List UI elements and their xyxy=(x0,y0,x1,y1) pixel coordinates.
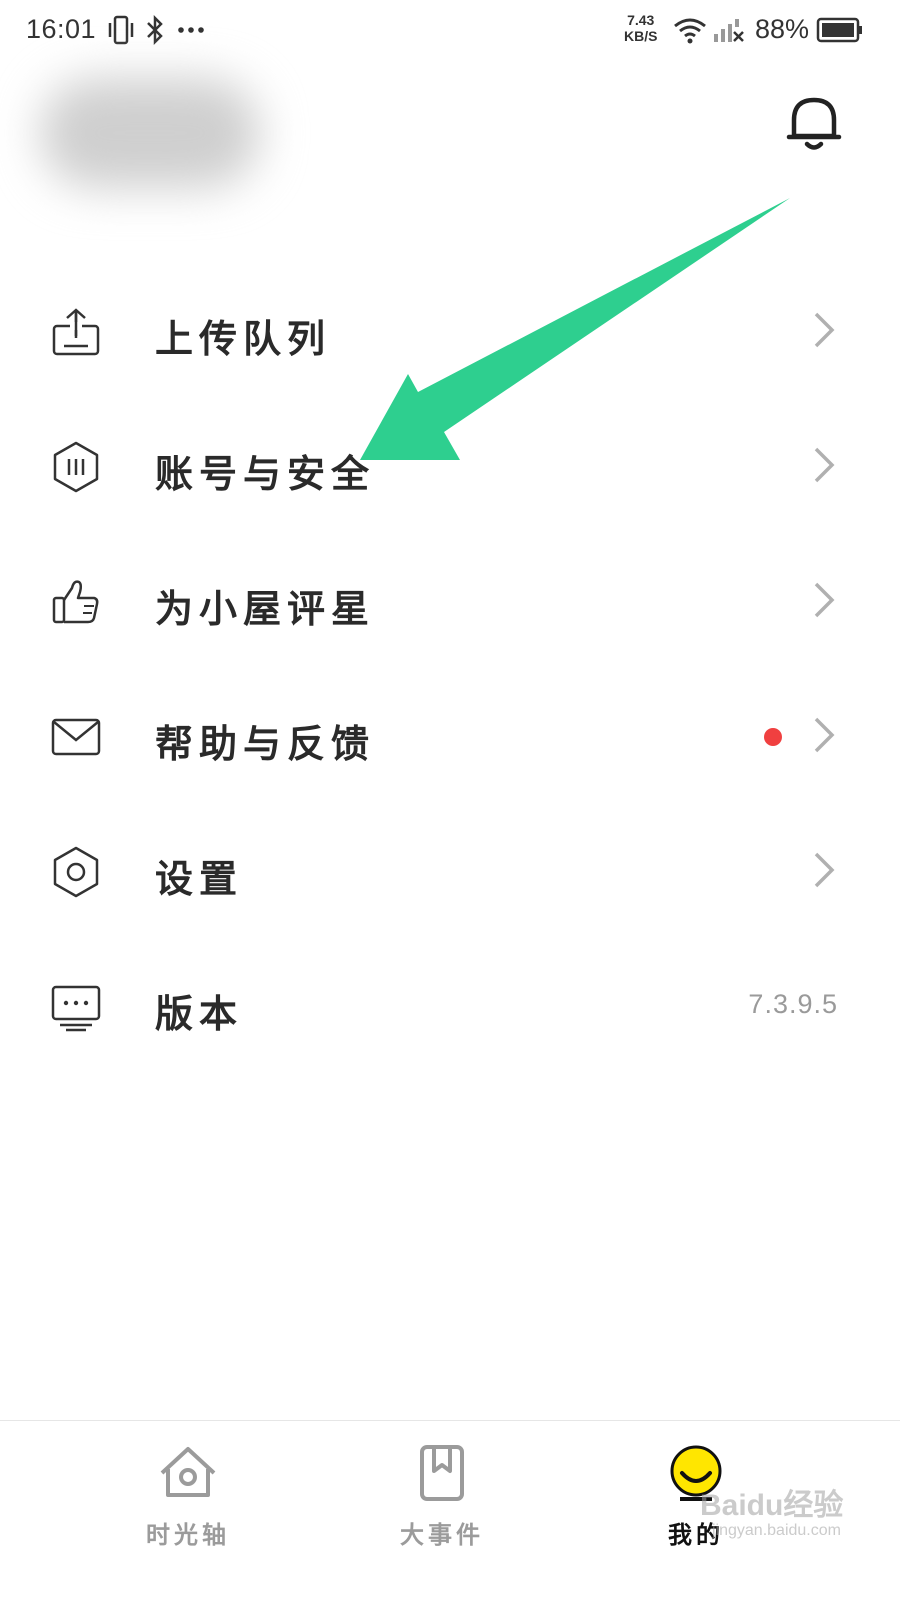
signal-icon xyxy=(714,19,744,42)
status-bar: 16:01 7.43 KB/S 88% xyxy=(0,0,900,62)
chevron-right-icon xyxy=(814,582,835,618)
chevron-right-icon xyxy=(814,717,835,753)
chevron-right-icon xyxy=(814,312,835,348)
tab-timeline[interactable]: 时光轴 xyxy=(88,1421,288,1601)
monitor-icon xyxy=(51,985,101,1032)
status-time: 16:01 xyxy=(26,14,97,44)
wifi-icon xyxy=(674,18,706,44)
mail-icon xyxy=(51,718,101,756)
menu-item-version: 版本 7.3.9.5 xyxy=(0,955,900,1055)
battery-percent: 88% xyxy=(755,14,810,44)
menu-item-rate-app[interactable]: 为小屋评星 xyxy=(0,550,900,650)
more-dots-icon xyxy=(178,27,204,33)
menu-item-label: 设置 xyxy=(155,856,244,901)
home-icon xyxy=(160,1447,216,1497)
avatar[interactable] xyxy=(40,78,260,188)
menu-item-label: 为小屋评星 xyxy=(155,586,376,631)
tab-label: 大事件 xyxy=(400,1520,484,1549)
menu-item-label: 版本 xyxy=(155,991,244,1036)
battery-icon xyxy=(816,17,862,43)
annotation-arrow xyxy=(360,198,790,460)
network-speed-unit: KB/S xyxy=(624,28,658,44)
bookmark-icon xyxy=(420,1445,464,1501)
watermark-url: jingyan.baidu.com xyxy=(712,1522,841,1539)
shield-icon xyxy=(53,441,99,493)
chevron-right-icon xyxy=(814,852,835,888)
thumbs-up-icon xyxy=(52,580,99,624)
version-number: 7.3.9.5 xyxy=(748,989,838,1019)
tab-big-events[interactable]: 大事件 xyxy=(342,1421,542,1601)
menu-item-label: 帮助与反馈 xyxy=(155,721,376,766)
bell-icon[interactable] xyxy=(784,92,844,156)
menu-item-settings[interactable]: 设置 xyxy=(0,820,900,920)
menu-item-account-security[interactable]: 账号与安全 xyxy=(0,415,900,515)
upload-icon xyxy=(52,308,100,356)
watermark: Baidu经验 xyxy=(700,1489,844,1522)
menu-item-upload-queue[interactable]: 上传队列 xyxy=(0,280,900,380)
menu-item-help-feedback[interactable]: 帮助与反馈 xyxy=(0,685,900,785)
notification-badge-dot xyxy=(764,728,782,746)
settings-icon xyxy=(53,846,99,898)
bluetooth-icon xyxy=(147,14,163,46)
network-speed-value: 7.43 xyxy=(627,12,655,28)
tab-label: 时光轴 xyxy=(146,1520,230,1549)
network-speed: 7.43 KB/S xyxy=(624,12,657,44)
menu-item-label: 上传队列 xyxy=(155,316,332,361)
chevron-right-icon xyxy=(814,447,835,483)
vibrate-icon xyxy=(108,15,134,45)
menu-item-label: 账号与安全 xyxy=(155,451,376,496)
